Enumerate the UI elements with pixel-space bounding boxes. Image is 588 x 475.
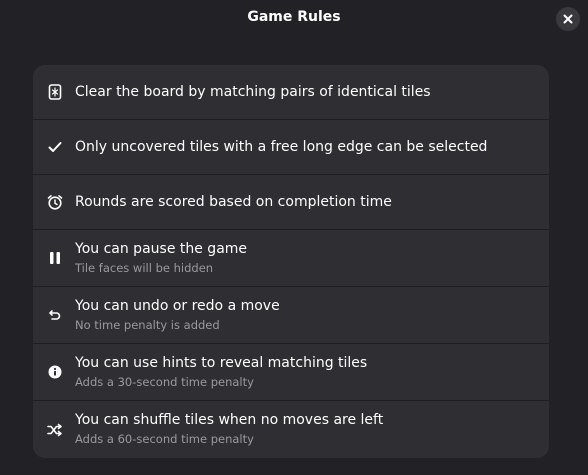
- rule-subtitle: No time penalty is added: [75, 318, 220, 332]
- rule-row-free-edge: Only uncovered tiles with a free long ed…: [33, 120, 549, 175]
- alarm-icon: [47, 194, 63, 210]
- rule-subtitle: Tile faces will be hidden: [75, 261, 214, 275]
- rule-title: You can shuffle tiles when no moves are …: [75, 412, 384, 428]
- rule-title: Clear the board by matching pairs of ide…: [75, 84, 431, 100]
- checkmark-icon: [47, 139, 63, 155]
- rule-title: Only uncovered tiles with a free long ed…: [75, 139, 488, 155]
- rule-row-clear-board: Clear the board by matching pairs of ide…: [33, 65, 549, 120]
- rule-row-scoring: Rounds are scored based on completion ti…: [33, 175, 549, 230]
- rules-list: Clear the board by matching pairs of ide…: [33, 65, 549, 458]
- game-rules-dialog: Game Rules Clear the board by matching p…: [0, 0, 588, 475]
- info-icon: [47, 364, 63, 380]
- tile-icon: [47, 84, 63, 100]
- undo-icon: [47, 307, 63, 323]
- rule-subtitle: Adds a 30-second time penalty: [75, 375, 254, 389]
- rule-row-pause: You can pause the game Tile faces will b…: [33, 230, 549, 287]
- rule-row-undo: You can undo or redo a move No time pena…: [33, 287, 549, 344]
- rule-row-shuffle: You can shuffle tiles when no moves are …: [33, 401, 549, 458]
- shuffle-icon: [47, 422, 63, 438]
- close-button[interactable]: [556, 7, 580, 31]
- rule-row-hints: You can use hints to reveal matching til…: [33, 344, 549, 401]
- pause-icon: [47, 250, 63, 266]
- header-bar: Game Rules: [0, 0, 588, 38]
- rule-title: You can undo or redo a move: [75, 298, 280, 314]
- close-icon: [563, 14, 573, 24]
- rule-title: You can use hints to reveal matching til…: [75, 355, 368, 371]
- dialog-title: Game Rules: [247, 9, 341, 25]
- rule-title: Rounds are scored based on completion ti…: [75, 194, 392, 210]
- rule-title: You can pause the game: [75, 241, 248, 257]
- rule-subtitle: Adds a 60-second time penalty: [75, 432, 254, 446]
